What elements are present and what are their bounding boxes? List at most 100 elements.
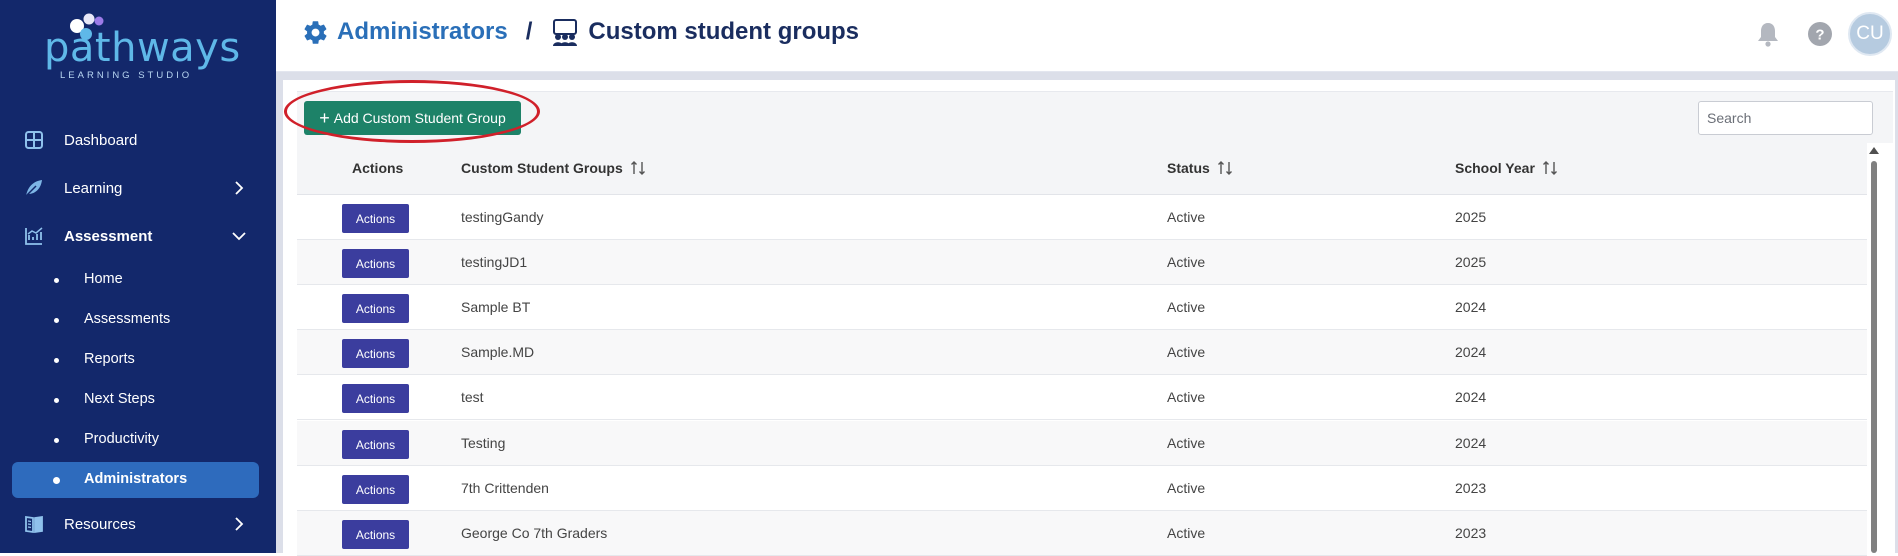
sidebar-item-label: Learning bbox=[64, 179, 123, 197]
leaf-icon bbox=[25, 180, 42, 197]
row-actions-button[interactable]: Actions bbox=[342, 384, 409, 413]
table-row: Actions Sample.MD Active 2024 bbox=[297, 330, 1867, 375]
bell-icon[interactable] bbox=[1754, 20, 1782, 48]
search-input[interactable] bbox=[1698, 101, 1873, 135]
scrollbar-thumb[interactable] bbox=[1871, 161, 1877, 553]
table-row: Actions test Active 2024 bbox=[297, 375, 1867, 420]
row-actions-button[interactable]: Actions bbox=[342, 294, 409, 323]
chevron-down-icon bbox=[232, 232, 246, 241]
table-scrollbar[interactable] bbox=[1867, 143, 1881, 553]
sidebar-subitem-reports[interactable]: Reports bbox=[12, 342, 259, 378]
status-cell: Active bbox=[1167, 525, 1206, 541]
add-custom-student-group-button[interactable]: + Add Custom Student Group bbox=[304, 101, 521, 135]
sort-icon[interactable] bbox=[1217, 160, 1233, 176]
group-name-cell: Sample BT bbox=[461, 299, 531, 315]
status-cell: Active bbox=[1167, 254, 1206, 270]
row-actions-button[interactable]: Actions bbox=[342, 204, 409, 233]
table-row: Actions Sample BT Active 2024 bbox=[297, 285, 1867, 330]
group-name-cell: 7th Crittenden bbox=[461, 480, 549, 496]
row-actions-button[interactable]: Actions bbox=[342, 249, 409, 278]
school-year-cell: 2025 bbox=[1455, 254, 1487, 270]
scroll-up-arrow-icon[interactable] bbox=[1869, 147, 1879, 154]
sidebar-subitem-label: Productivity bbox=[84, 431, 159, 447]
avatar[interactable]: CU bbox=[1848, 12, 1892, 56]
sidebar-subitem-label: Administrators bbox=[84, 471, 188, 487]
logo-wordmark: pathways bbox=[44, 25, 241, 71]
sidebar-item-dashboard[interactable]: Dashboard bbox=[12, 122, 259, 158]
table-toolbar bbox=[297, 91, 1893, 143]
row-actions-button[interactable]: Actions bbox=[342, 520, 409, 549]
group-name-cell: testingGandy bbox=[461, 209, 544, 225]
status-cell: Active bbox=[1167, 209, 1206, 225]
status-cell: Active bbox=[1167, 435, 1206, 451]
school-year-cell: 2023 bbox=[1455, 480, 1487, 496]
column-header-label: School Year bbox=[1455, 160, 1535, 176]
sidebar-subitem-label: Reports bbox=[84, 351, 135, 367]
top-header: Administrators / Custom student groups ?… bbox=[276, 0, 1898, 72]
sidebar-item-resources[interactable]: Resources bbox=[12, 506, 259, 542]
group-name-cell: testingJD1 bbox=[461, 254, 528, 270]
column-header-groups[interactable]: Custom Student Groups bbox=[461, 160, 646, 176]
table-row: Actions Testing Active 2024 bbox=[297, 421, 1867, 466]
sidebar-subitem-next-steps[interactable]: Next Steps bbox=[12, 382, 259, 418]
gear-icon bbox=[304, 20, 327, 44]
group-name-cell: Sample.MD bbox=[461, 344, 535, 360]
plus-icon: + bbox=[319, 108, 330, 128]
sidebar: pathways LEARNING STUDIO Dashboard Learn… bbox=[0, 0, 276, 553]
group-name-cell: George Co 7th Graders bbox=[461, 525, 608, 541]
help-icon[interactable]: ? bbox=[1806, 20, 1834, 48]
bullet-icon bbox=[54, 278, 59, 283]
row-actions-button[interactable]: Actions bbox=[342, 339, 409, 368]
column-header-school-year[interactable]: School Year bbox=[1455, 160, 1558, 176]
sidebar-subitem-label: Home bbox=[84, 271, 123, 287]
svg-text:?: ? bbox=[1815, 27, 1824, 44]
school-year-cell: 2024 bbox=[1455, 389, 1487, 405]
logo-subtitle: LEARNING STUDIO bbox=[60, 70, 193, 81]
breadcrumb-current: Custom student groups bbox=[588, 18, 860, 45]
breadcrumb-separator: / bbox=[525, 18, 533, 45]
sidebar-item-label: Resources bbox=[64, 515, 136, 533]
group-name-cell: Testing bbox=[461, 435, 506, 451]
row-actions-button[interactable]: Actions bbox=[342, 430, 409, 459]
bullet-icon bbox=[53, 477, 60, 484]
sidebar-subitem-productivity[interactable]: Productivity bbox=[12, 422, 259, 458]
sidebar-item-assessment[interactable]: Assessment bbox=[12, 218, 259, 254]
school-year-cell: 2024 bbox=[1455, 344, 1487, 360]
table-header: Actions Custom Student Groups Status Sch… bbox=[297, 143, 1867, 195]
school-year-cell: 2025 bbox=[1455, 209, 1487, 225]
bullet-icon bbox=[54, 438, 59, 443]
status-cell: Active bbox=[1167, 480, 1206, 496]
sidebar-subitem-assessments[interactable]: Assessments bbox=[12, 302, 259, 338]
sidebar-item-label: Dashboard bbox=[64, 131, 138, 149]
school-year-cell: 2024 bbox=[1455, 299, 1487, 315]
sort-icon[interactable] bbox=[1542, 160, 1558, 176]
dashboard-grid-icon bbox=[25, 131, 43, 149]
bullet-icon bbox=[54, 318, 59, 323]
table-row: Actions 7th Crittenden Active 2023 bbox=[297, 466, 1867, 511]
sidebar-subitem-home[interactable]: Home bbox=[12, 262, 259, 298]
chevron-right-icon bbox=[235, 181, 244, 195]
status-cell: Active bbox=[1167, 299, 1206, 315]
sidebar-subitem-label: Assessments bbox=[84, 311, 171, 327]
pathways-logo[interactable]: pathways LEARNING STUDIO bbox=[40, 12, 240, 84]
breadcrumb-link-administrators[interactable]: Administrators bbox=[337, 18, 508, 46]
sidebar-item-learning[interactable]: Learning bbox=[12, 170, 259, 206]
column-header-label: Status bbox=[1167, 160, 1210, 176]
table-row: Actions testingGandy Active 2025 bbox=[297, 195, 1867, 240]
column-header-status[interactable]: Status bbox=[1167, 160, 1233, 176]
sidebar-subitem-label: Next Steps bbox=[84, 391, 155, 407]
student-group-icon bbox=[553, 19, 578, 46]
group-name-cell: test bbox=[461, 389, 484, 405]
add-button-label: Add Custom Student Group bbox=[333, 110, 506, 126]
status-cell: Active bbox=[1167, 389, 1206, 405]
sidebar-item-label: Assessment bbox=[64, 227, 153, 245]
table-row: Actions testingJD1 Active 2025 bbox=[297, 240, 1867, 285]
bullet-icon bbox=[54, 358, 59, 363]
breadcrumb: Administrators / Custom student groups bbox=[302, 18, 859, 46]
sidebar-subitem-administrators[interactable]: Administrators bbox=[12, 462, 259, 498]
table-row: Actions George Co 7th Graders Active 202… bbox=[297, 511, 1867, 556]
school-year-cell: 2024 bbox=[1455, 435, 1487, 451]
sort-icon[interactable] bbox=[630, 160, 646, 176]
column-header-label: Custom Student Groups bbox=[461, 160, 623, 176]
row-actions-button[interactable]: Actions bbox=[342, 475, 409, 504]
